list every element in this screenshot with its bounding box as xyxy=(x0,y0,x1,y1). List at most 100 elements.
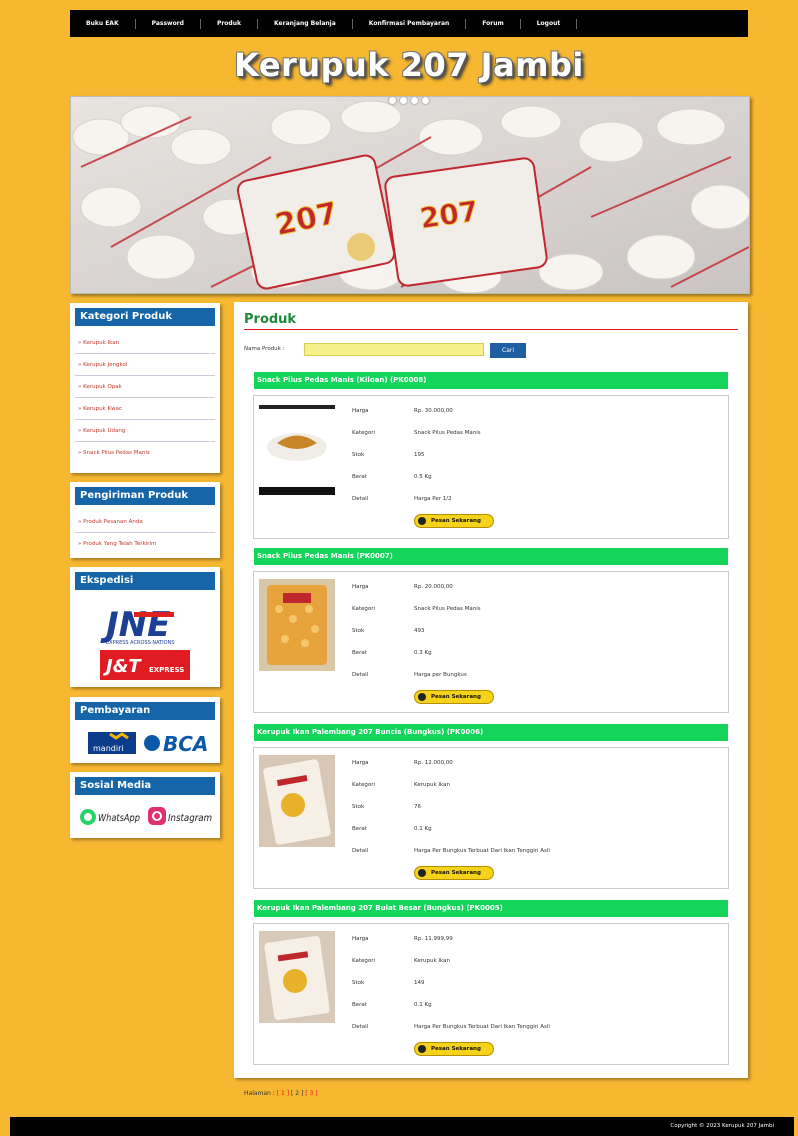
payment-box: Pembayaran mandiri BCA xyxy=(70,697,220,763)
instagram-icon: Instagram xyxy=(148,807,212,825)
expedition-title: Ekspedisi xyxy=(75,572,215,590)
banner-slider-dots xyxy=(389,97,429,104)
footer: Copyright © 2023 Kerupuk 207 Jambi xyxy=(10,1117,794,1136)
nav-forum[interactable]: Forum xyxy=(466,18,521,29)
bca-logo: BCA xyxy=(144,732,208,756)
price-label: Harga xyxy=(352,760,369,766)
price-value: Rp. 12.000,00 xyxy=(414,760,453,766)
weight-label: Berat xyxy=(352,650,367,656)
svg-text:J&T: J&T xyxy=(103,656,142,677)
product-title[interactable]: Snack Pilus Pedas Manis (Kiloan) (PK0008… xyxy=(254,372,728,389)
category-label: Kategori xyxy=(352,958,376,964)
nav-logout[interactable]: Logout xyxy=(521,18,578,29)
weight-value: 0.5 Kg xyxy=(414,474,432,480)
stock-value: 195 xyxy=(414,452,425,458)
stock-value: 493 xyxy=(414,628,425,634)
detail-value: Harga Per 1/2 xyxy=(414,496,452,502)
category-item-udang[interactable]: » Kerupuk Udang xyxy=(75,420,215,442)
weight-label: Berat xyxy=(352,826,367,832)
category-item-opak[interactable]: » Kerupuk Opak xyxy=(75,376,215,398)
site-title: Kerupuk 207 Jambi xyxy=(234,46,584,84)
slider-dot[interactable] xyxy=(400,97,407,104)
weight-label: Berat xyxy=(352,1002,367,1008)
stock-label: Stok xyxy=(352,980,365,986)
weight-label: Berat xyxy=(352,474,367,480)
category-item-kwac[interactable]: » Kerupuk Kwac xyxy=(75,398,215,420)
slider-dot[interactable] xyxy=(389,97,396,104)
order-button[interactable]: Pesan Sekarang xyxy=(414,690,494,704)
order-button[interactable]: Pesan Sekarang xyxy=(414,866,494,880)
product-title[interactable]: Snack Pilus Pedas Manis (PK0007) xyxy=(254,548,728,565)
shipping-item-terkirim[interactable]: » Produk Yang Telah Terkirim xyxy=(75,533,215,554)
order-button[interactable]: Pesan Sekarang xyxy=(414,514,494,528)
nav-keranjang[interactable]: Keranjang Belanja xyxy=(258,18,353,29)
svg-text:EXPRESS ACROSS NATIONS: EXPRESS ACROSS NATIONS xyxy=(106,640,175,646)
banner-photo: 207 207 xyxy=(71,97,749,293)
weight-value: 0.1 Kg xyxy=(414,1002,432,1008)
order-button[interactable]: Pesan Sekarang xyxy=(414,1042,494,1056)
product-title[interactable]: Kerupuk Ikan Palembang 207 Buncis (Bungk… xyxy=(254,724,728,741)
jne-logo: JNE EXPRESS ACROSS NATIONS xyxy=(100,605,175,646)
category-item-ikan[interactable]: » Kerupuk Ikan xyxy=(75,332,215,354)
svg-text:Instagram: Instagram xyxy=(168,813,212,824)
price-label: Harga xyxy=(352,408,369,414)
nav-konfirmasi[interactable]: Konfirmasi Pembayaran xyxy=(353,18,467,29)
stock-value: 149 xyxy=(414,980,425,986)
top-nav: Buku EAK Password Produk Keranjang Belan… xyxy=(70,10,748,37)
search-input[interactable] xyxy=(304,343,484,356)
search-button[interactable]: Cari xyxy=(490,343,526,358)
detail-value: Harga per Bungkus xyxy=(414,672,467,678)
detail-value: Harga Per Bungkus Terbuat Dari Ikan Teng… xyxy=(414,1024,550,1030)
nav-buku-tamu[interactable]: Buku EAK xyxy=(70,18,136,29)
category-value: Kerupuk Ikan xyxy=(414,782,450,788)
category-label: Kategori xyxy=(352,606,376,612)
product-image[interactable] xyxy=(259,579,335,671)
price-label: Harga xyxy=(352,936,369,942)
category-value: Snack Pilus Pedas Manis xyxy=(414,606,481,612)
courier-logos: JNE EXPRESS ACROSS NATIONS J&T EXPRESS xyxy=(100,605,190,680)
shipping-item-pesanan[interactable]: » Produk Pesanan Anda xyxy=(75,511,215,533)
page-link-3[interactable]: [ 3 ] xyxy=(305,1090,317,1097)
page-current: [ 2 ] xyxy=(290,1090,304,1097)
product-image[interactable] xyxy=(259,931,335,1023)
stock-value: 76 xyxy=(414,804,421,810)
jnt-logo: J&T EXPRESS xyxy=(100,650,190,680)
svg-text:WhatsApp: WhatsApp xyxy=(98,813,140,824)
cart-icon xyxy=(418,869,426,877)
svg-text:JNE: JNE xyxy=(100,605,170,645)
order-button-label: Pesan Sekarang xyxy=(431,870,481,876)
product-title[interactable]: Kerupuk Ikan Palembang 207 Bulat Besar (… xyxy=(254,900,728,917)
category-item-jengkol[interactable]: » Kerupuk Jengkol xyxy=(75,354,215,376)
slider-dot[interactable] xyxy=(422,97,429,104)
pagination-label: Halaman : xyxy=(244,1090,275,1097)
slider-dot[interactable] xyxy=(411,97,418,104)
pagination: Halaman : [ 1 ] [ 2 ] [ 3 ] xyxy=(244,1090,318,1097)
category-label: Kategori xyxy=(352,782,376,788)
order-button-label: Pesan Sekarang xyxy=(431,694,481,700)
expedition-box: Ekspedisi JNE EXPRESS ACROSS NATIONS J&T… xyxy=(70,567,220,687)
category-value: Snack Pilus Pedas Manis xyxy=(414,430,481,436)
svg-text:mandiri: mandiri xyxy=(93,744,124,753)
page-link-1[interactable]: [ 1 ] xyxy=(277,1090,289,1097)
cart-icon xyxy=(418,1045,426,1053)
product-card: Harga Rp. 12.000,00 Kategori Kerupuk Ika… xyxy=(253,747,729,889)
stock-label: Stok xyxy=(352,804,365,810)
whatsapp-icon: WhatsApp xyxy=(80,809,140,825)
copyright-text: Copyright © 2023 Kerupuk 207 Jambi xyxy=(670,1123,774,1129)
weight-value: 0.1 Kg xyxy=(414,826,432,832)
price-value: Rp. 30.000,00 xyxy=(414,408,453,414)
stock-label: Stok xyxy=(352,628,365,634)
category-label: Kategori xyxy=(352,430,376,436)
banner-image: 207 207 xyxy=(70,96,750,294)
nav-produk[interactable]: Produk xyxy=(201,18,258,29)
product-image[interactable] xyxy=(259,755,335,847)
category-title: Kategori Produk xyxy=(75,308,215,326)
product-image[interactable] xyxy=(259,403,335,495)
detail-label: Detail xyxy=(352,672,369,678)
category-item-snack[interactable]: » Snack Pilus Pedas Manis xyxy=(75,442,215,463)
detail-label: Detail xyxy=(352,496,369,502)
detail-label: Detail xyxy=(352,848,369,854)
nav-password[interactable]: Password xyxy=(136,18,201,29)
order-button-label: Pesan Sekarang xyxy=(431,518,481,524)
main-content: Produk Nama Produk : Cari Snack Pilus Pe… xyxy=(234,302,748,1097)
